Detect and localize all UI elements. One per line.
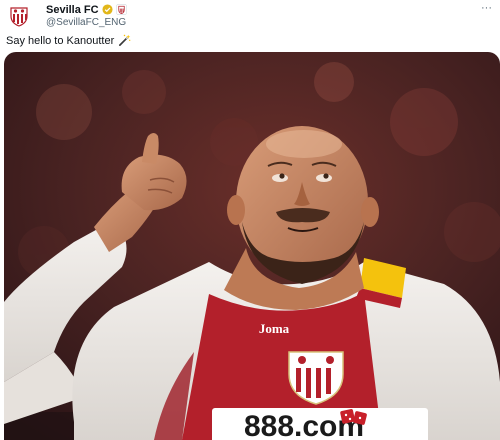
author-names: Sevilla FC @SevillaFC_ENG: [46, 3, 127, 28]
gold-check-badge-icon: [102, 4, 113, 15]
photo-illustration: Joma 888.com: [4, 52, 500, 440]
sevilla-crest-badge-icon: [115, 4, 127, 15]
magic-wand-emoji-icon: [119, 34, 131, 46]
tweet-media-photo[interactable]: Joma 888.com: [4, 52, 500, 440]
tweet-text-content: Say hello to Kanoutter: [6, 34, 115, 47]
tweet-text: Say hello to Kanoutter: [6, 34, 131, 47]
handle[interactable]: @SevillaFC_ENG: [46, 17, 127, 28]
display-name-row: Sevilla FC: [46, 3, 127, 16]
display-name[interactable]: Sevilla FC: [46, 4, 99, 16]
sevilla-crest-icon: [10, 7, 28, 27]
more-options-button[interactable]: ···: [481, 2, 492, 14]
avatar[interactable]: [6, 3, 32, 29]
tweet-header: Sevilla FC @SevillaFC_ENG ···: [0, 0, 500, 30]
shirt-sponsor-text: Joma: [259, 321, 290, 336]
